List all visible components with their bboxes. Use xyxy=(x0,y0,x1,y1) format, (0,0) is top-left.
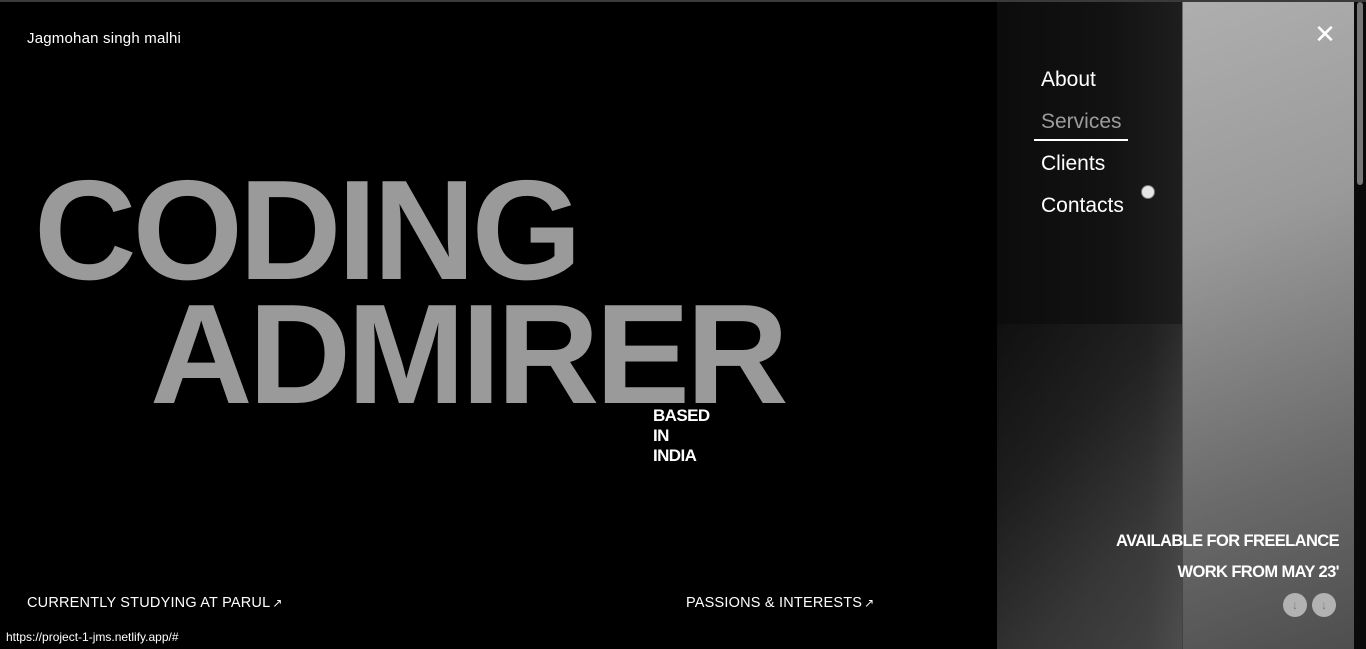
passions-link-label: PASSIONS & INTERESTS xyxy=(686,595,863,611)
arrow-down-icon[interactable]: ↓ xyxy=(1312,593,1336,617)
arrow-up-right-icon: ↗ xyxy=(864,596,875,610)
menu-item-about[interactable]: About xyxy=(1041,65,1124,107)
menu-panel-shadow xyxy=(997,324,1182,649)
availability-line-2: WORK FROM MAY 23' xyxy=(1177,563,1340,581)
menu-panel: ✕ About Services Clients Contacts AVAILA… xyxy=(997,2,1354,649)
scroll-buttons: ↓ ↓ xyxy=(1283,593,1336,617)
passions-link[interactable]: PASSIONS & INTERESTS ↗ xyxy=(686,595,874,611)
menu-nav: About Services Clients Contacts xyxy=(1034,65,1155,233)
mouse-cursor xyxy=(1141,185,1155,199)
hero-subtitle: BASED IN INDIA xyxy=(653,406,710,465)
studying-link[interactable]: CURRENTLY STUDYING AT PARUL ↗ xyxy=(27,595,283,611)
status-bar-url: https://project-1-jms.netlify.app/# xyxy=(0,625,185,649)
menu-item-contacts[interactable]: Contacts xyxy=(1041,191,1124,233)
arrow-up-right-icon: ↗ xyxy=(272,596,283,610)
availability-line-1: AVAILABLE FOR FREELANCE xyxy=(1115,532,1340,550)
menu-item-services[interactable]: Services xyxy=(1041,107,1124,149)
scrollbar-thumb[interactable] xyxy=(1357,2,1363,185)
studying-link-label: CURRENTLY STUDYING AT PARUL xyxy=(27,595,271,611)
menu-item-clients[interactable]: Clients xyxy=(1041,149,1124,191)
arrow-down-icon[interactable]: ↓ xyxy=(1283,593,1307,617)
hero-title-line-2: ADMIRER xyxy=(150,275,789,434)
close-icon[interactable]: ✕ xyxy=(1312,21,1338,47)
availability-text: AVAILABLE FOR FREELANCE WORK FROM MAY 23… xyxy=(1115,526,1340,588)
author-name[interactable]: Jagmohan singh malhi xyxy=(27,30,181,47)
active-item-underline xyxy=(1034,139,1128,141)
